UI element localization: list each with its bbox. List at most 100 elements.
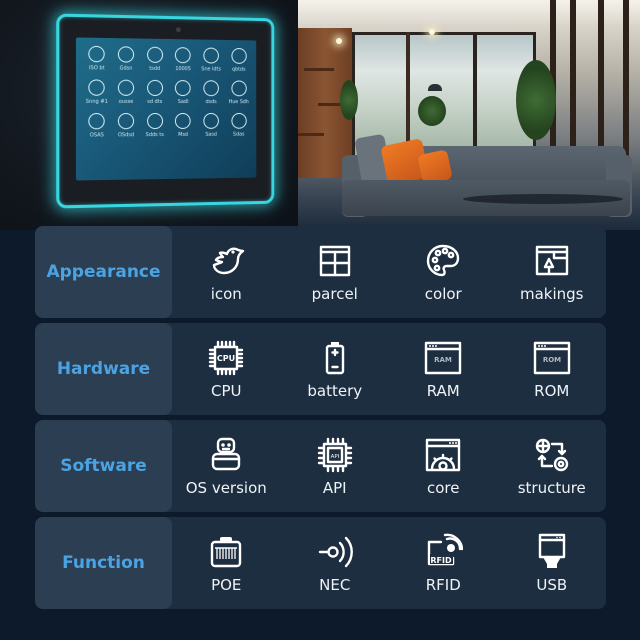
- app-label: Sadl: [177, 99, 189, 106]
- plant: [516, 60, 556, 140]
- app-icon: [88, 45, 106, 63]
- app-label: tsdd: [149, 65, 161, 72]
- palette-icon: [427, 244, 460, 277]
- feature-item: color: [389, 226, 498, 318]
- tablet-app: dsds: [197, 80, 225, 105]
- app-icon: [88, 79, 106, 96]
- svg-text:API: API: [330, 454, 339, 460]
- robot-icon: [212, 437, 241, 471]
- feature-item: battery: [281, 323, 390, 415]
- feature-item: RAM RAM: [389, 323, 498, 415]
- app-icon: [231, 47, 247, 64]
- feature-label: core: [427, 479, 460, 497]
- rom-window-icon: ROM: [533, 341, 570, 375]
- app-label: Sdds ts: [145, 132, 164, 139]
- category-tab: Function: [35, 517, 172, 609]
- tablet-app: qbtds: [225, 47, 252, 73]
- feature-list: icon parcel color makings: [172, 226, 606, 318]
- app-icon: [175, 47, 191, 64]
- app-label: ISO bt: [88, 65, 105, 72]
- app-label: dsds: [205, 99, 217, 106]
- feature-item: NEC: [281, 517, 390, 609]
- feature-label: NEC: [319, 576, 351, 594]
- app-label: qbtds: [231, 66, 246, 73]
- tablet-screen: ISO bt Gdsn tsdd 10005 Sne ldts qbtds Snng #1 o…: [75, 37, 257, 181]
- rfid-card-icon: RFID: [428, 533, 464, 566]
- living-room-photo: [298, 0, 640, 230]
- app-icon: [203, 112, 219, 129]
- app-grid: ISO bt Gdsn tsdd 10005 Sne ldts qbtds Snng #1 o…: [82, 45, 252, 139]
- app-label: Msd: [178, 131, 189, 138]
- app-icon: [231, 112, 247, 129]
- app-label: Sdas: [232, 131, 245, 138]
- feature-label: RAM: [426, 382, 460, 400]
- category-tab: Hardware: [35, 323, 172, 415]
- app-label: Snng #1: [85, 98, 108, 105]
- feature-label: structure: [517, 479, 586, 497]
- svg-text:ROM: ROM: [543, 356, 561, 364]
- app-icon: [146, 113, 163, 130]
- feature-label: OS version: [185, 479, 267, 497]
- feature-label: icon: [210, 285, 242, 303]
- app-label: Gdsn: [119, 65, 133, 72]
- tablet-app: Snng #1: [82, 79, 111, 105]
- category-label: Appearance: [46, 262, 161, 282]
- app-icon: [175, 80, 191, 97]
- usb-connector-icon: [538, 533, 565, 568]
- feature-item: makings: [498, 226, 607, 318]
- tablet-app: Gdsn: [111, 46, 140, 72]
- feature-label: makings: [519, 285, 584, 303]
- feature-label: ROM: [534, 382, 570, 400]
- camera-icon: [175, 27, 181, 33]
- svg-text:RFID: RFID: [431, 556, 453, 565]
- ram-window-icon: RAM: [425, 341, 462, 375]
- spec-panel-hardware: Hardware CPU CPU battery RAM RAM ROM ROM: [35, 323, 606, 415]
- tablet-app: 10005: [169, 47, 197, 72]
- tablet-app: ISO bt: [82, 45, 111, 72]
- tablet-app: ousse: [111, 79, 140, 105]
- app-label: ousse: [118, 98, 134, 105]
- category-label: Hardware: [56, 359, 151, 379]
- app-icon: [175, 112, 191, 129]
- feature-item: icon: [172, 226, 281, 318]
- nfc-signal-icon: [318, 536, 353, 568]
- feature-label: CPU: [211, 382, 242, 400]
- shelf: [298, 133, 324, 136]
- app-icon: [146, 79, 163, 96]
- feature-item: USB: [498, 517, 607, 609]
- app-label: Sasd: [205, 131, 217, 138]
- plant: [340, 80, 358, 120]
- wall-tablet: ISO bt Gdsn tsdd 10005 Sne ldts qbtds Snng #1 o…: [56, 13, 275, 209]
- grid-box-icon: [319, 245, 350, 277]
- tablet-app: tsdd: [140, 46, 169, 72]
- app-label: 10005: [175, 66, 191, 73]
- tablet-app: Sne ldts: [197, 47, 225, 72]
- feature-list: OS version API API core structure: [172, 420, 606, 512]
- window-shape-icon: [535, 245, 568, 276]
- tablet-app: Sadl: [169, 80, 197, 105]
- app-icon: [146, 46, 163, 63]
- tablet-app: Sasd: [197, 112, 225, 138]
- feature-label: color: [424, 285, 462, 303]
- pendant-light: [429, 29, 435, 35]
- feature-item: ROM ROM: [498, 323, 607, 415]
- app-label: Sne ldts: [201, 66, 221, 73]
- app-label: Hue Sdh: [228, 99, 249, 106]
- shelf: [304, 68, 334, 71]
- svg-text:RAM: RAM: [434, 356, 452, 364]
- feature-label: USB: [536, 576, 568, 594]
- hero-banner: ISO bt Gdsn tsdd 10005 Sne ldts qbtds Snng #1 o…: [0, 0, 640, 230]
- cpu-chip-icon: CPU: [209, 340, 244, 376]
- app-icon: [203, 80, 219, 97]
- pendant-light: [336, 38, 342, 44]
- category-tab: Appearance: [35, 226, 172, 318]
- category-label: Function: [62, 553, 145, 573]
- ceiling: [298, 0, 640, 24]
- app-icon: [117, 79, 135, 96]
- app-icon: [88, 113, 106, 130]
- feature-item: OS version: [172, 420, 281, 512]
- tablet-app: Msd: [169, 112, 197, 138]
- spec-panel-software: Software OS version API API core structu…: [35, 420, 606, 512]
- tablet-app: sd dts: [140, 79, 169, 105]
- tablet-app: Sdds ts: [140, 113, 169, 138]
